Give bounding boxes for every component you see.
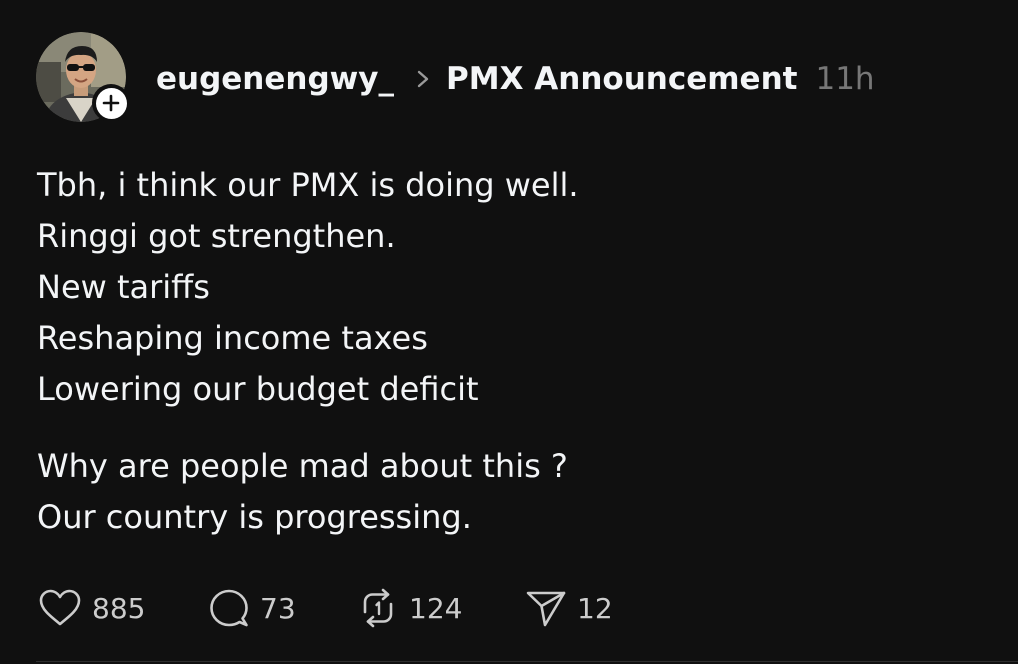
action-bar: 885 73 124 12	[38, 586, 645, 630]
post-body: Tbh, i think our PMX is doing well. Ring…	[37, 160, 977, 543]
heart-icon	[39, 589, 81, 626]
post-line: Tbh, i think our PMX is doing well.	[37, 166, 579, 204]
comment-icon	[210, 589, 248, 627]
send-icon	[526, 591, 566, 627]
share-count: 12	[577, 591, 613, 625]
reply-button[interactable]: 73	[208, 588, 357, 628]
follow-button-circle[interactable]	[95, 87, 127, 119]
username-link[interactable]: eugenengwy_	[156, 61, 394, 97]
plus-icon	[102, 94, 120, 112]
post-line: Our country is progressing.	[37, 498, 472, 536]
community-link[interactable]: PMX Announcement	[446, 61, 797, 97]
chevron-right-icon	[416, 69, 430, 89]
like-button[interactable]: 885	[38, 588, 208, 628]
post-line: Why are people mad about this ?	[37, 447, 568, 485]
repost-button[interactable]: 124	[357, 588, 525, 628]
post-header: eugenengwy_ PMX Announcement 11h	[156, 56, 875, 102]
repost-icon	[363, 588, 393, 628]
post-card: eugenengwy_ PMX Announcement 11h Tbh, i …	[0, 0, 1018, 664]
avatar-container[interactable]	[36, 32, 130, 122]
like-count: 885	[92, 591, 146, 625]
post-line: Reshaping income taxes	[37, 319, 428, 357]
post-line: New tariffs	[37, 268, 210, 306]
follow-button[interactable]	[92, 84, 130, 122]
share-button[interactable]: 12	[525, 588, 645, 628]
repost-count: 124	[409, 591, 463, 625]
post-divider	[36, 661, 1018, 662]
post-line: Lowering our budget deficit	[37, 370, 479, 408]
post-timestamp[interactable]: 11h	[815, 61, 874, 97]
reply-count: 73	[260, 591, 296, 625]
post-line: Ringgi got strengthen.	[37, 217, 396, 255]
